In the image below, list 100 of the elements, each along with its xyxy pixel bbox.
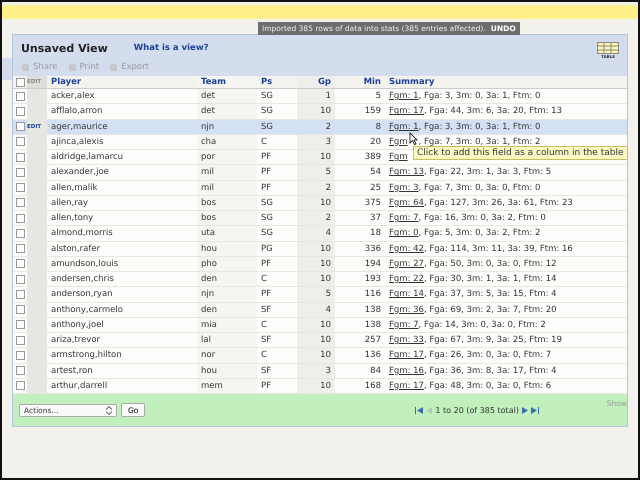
table-cell-text: 257 — [364, 334, 382, 348]
field-link[interactable]: Fgm: 7 — [389, 320, 419, 330]
row-checkbox[interactable] — [16, 350, 24, 360]
table-cell-text: PF — [260, 288, 272, 302]
table-row[interactable]: anthony,joel mia C 10 138 Fgm: 7, Fga: 14, 3m: 0, 3a: 0, Ftm: 2 — [13, 318, 627, 333]
table-cell-text: afflalo,arron — [50, 105, 104, 118]
table-row[interactable]: armstrong,hilton nor C 10 136 Fgm: 17, Fga: 26, 3m: 0, 3a: 0, Ftm: 7 — [13, 348, 627, 364]
table-icon — [597, 42, 619, 54]
table-row[interactable]: allen,ray bos SG 10 375 Fgm: 64, Fga: 127, 3m: 26, 3a: 61, Ftm: 23 — [13, 196, 627, 211]
row-checkbox[interactable] — [16, 168, 24, 177]
table-cell: 10 — [297, 348, 335, 362]
column-header[interactable]: Ps — [257, 76, 297, 88]
row-checkbox[interactable] — [16, 259, 24, 268]
table-cell: 10 — [297, 333, 335, 348]
table-cell: 10 — [297, 272, 335, 286]
table-cell-text: SG — [260, 227, 274, 240]
field-link[interactable]: Fgm: 14 — [389, 289, 424, 300]
column-header[interactable]: Player — [47, 76, 197, 88]
field-link[interactable]: Fgm: 42 — [389, 244, 424, 254]
table-row[interactable]: andersen,chris den C 10 193 Fgm: 22, Fga: 30, 3m: 1, 3a: 1, Ftm: 14 — [13, 272, 627, 288]
table-cell: mil — [197, 180, 257, 195]
help-link[interactable]: What is a view? — [134, 43, 209, 53]
field-link[interactable]: Fgm: 17 — [389, 350, 424, 360]
field-link[interactable]: Fgm: 22 — [389, 274, 424, 284]
row-checkbox[interactable] — [16, 305, 24, 314]
pagination-text: 1 to 20 (of 385 total) — [435, 406, 519, 414]
table-cell-text: PF — [260, 258, 272, 271]
first-page-icon[interactable] — [415, 406, 424, 414]
row-checkbox[interactable] — [16, 320, 24, 330]
table-row[interactable]: anthony,carmelo den SF 4 138 Fgm: 36, Fga: 69, 3m: 2, 3a: 7, Ftm: 20 — [13, 302, 627, 318]
summary-text: , Fga: 30, 3m: 1, 3a: 1, Ftm: 14 — [424, 274, 557, 284]
table-row[interactable]: alston,rafer hou PG 10 336 Fgm: 42, Fga: 114, 3m: 11, 3a: 39, Ftm: 16 — [13, 242, 627, 257]
table-row[interactable]: amundson,louis pho PF 10 194 Fgm: 27, Fga: 50, 3m: 0, 3a: 0, Ftm: 12 — [13, 256, 627, 272]
row-checkbox[interactable] — [16, 366, 24, 376]
table-row[interactable]: almond,morris uta SG 4 18 Fgm: 0, Fga: 5, 3m: 0, 3a: 2, Ftm: 2 — [13, 226, 627, 242]
table-cell-text: 168 — [364, 380, 382, 393]
row-checkbox[interactable] — [16, 381, 24, 390]
table-cell: mia — [197, 318, 257, 332]
table-cell-text: allen,malik — [50, 182, 98, 195]
table-cell-text: 375 — [364, 196, 382, 210]
table-cell-text: SF — [260, 304, 272, 317]
field-link[interactable]: Fgm: 33 — [389, 335, 424, 346]
next-page-icon[interactable] — [522, 406, 528, 414]
table-cell-text: C — [260, 318, 268, 332]
summary-text: , Fga: 44, 3m: 6, 3a: 20, Ftm: 13 — [424, 106, 562, 116]
select-all-checkbox[interactable] — [16, 78, 24, 86]
field-link[interactable]: Fgm: 1 — [389, 91, 419, 102]
table-cell: njn — [197, 287, 257, 302]
field-link[interactable]: Fgm: 0 — [389, 228, 419, 238]
row-checkbox[interactable] — [16, 198, 24, 208]
field-link[interactable]: Fgm — [389, 152, 408, 162]
table-cell-text: 116 — [364, 288, 382, 302]
table-cell: 10 — [297, 150, 335, 164]
table-row[interactable]: allen,tony bos SG 2 37 Fgm: 7, Fga: 16, 3m: 0, 3a: 2, Ftm: 0 — [13, 211, 627, 226]
toolbar-icon — [21, 62, 30, 72]
row-checkbox[interactable] — [16, 183, 24, 192]
row-checkbox[interactable] — [16, 336, 24, 345]
table-row[interactable]: allen,malik mil PF 2 25 Fgm: 3, Fga: 7, 3m: 0, 3a: 0, Ftm: 0 — [13, 180, 627, 196]
table-row[interactable]: ariza,trevor lal SF 10 257 Fgm: 33, Fga: 67, 3m: 9, 3a: 25, Ftm: 19 — [13, 333, 627, 348]
table-cell: hou — [197, 364, 257, 378]
row-checkbox[interactable] — [16, 137, 24, 146]
summary-text: , Fga: 7, 3m: 0, 3a: 0, Ftm: 0 — [418, 182, 540, 193]
row-checkbox[interactable] — [16, 244, 24, 254]
table-cell: bos — [197, 211, 257, 226]
field-link[interactable]: Fgm: 13 — [389, 167, 424, 178]
table-row[interactable]: artest,ron hou SF 3 84 Fgm: 16, Fga: 36, 3m: 8, 3a: 17, Ftm: 4 — [13, 364, 627, 379]
field-link[interactable]: Fgm — [389, 136, 408, 147]
field-link[interactable]: Fgm: 64 — [389, 198, 424, 208]
row-checkbox[interactable] — [16, 106, 24, 116]
summary-text: , Fga: 16, 3m: 0, 3a: 2, Ftm: 0 — [418, 213, 546, 224]
table-row[interactable]: acker,alex det SG 1 5 Fgm: 1, Fga: 3, 3m: 0, 3a: 1, Ftm: 0 — [13, 89, 627, 104]
summary-text: , Fga: 5, 3m: 0, 3a: 2, Ftm: 2 — [418, 228, 540, 238]
row-checkbox[interactable] — [16, 274, 24, 284]
row-checkbox[interactable] — [16, 228, 24, 238]
table-cell: 10 — [297, 104, 335, 118]
field-link[interactable]: Fgm: 7 — [389, 213, 419, 224]
field-link[interactable]: Fgm: 17 — [389, 380, 424, 391]
table-cell-text: SF — [260, 334, 272, 348]
table-row[interactable]: anderson,ryan njn PF 5 116 Fgm: 14, Fga: 37, 3m: 5, 3a: 15, Ftm: 4 — [13, 287, 627, 302]
field-link[interactable]: Fgm: 3 — [389, 182, 419, 193]
column-header[interactable]: Team — [197, 76, 257, 88]
toolbar-icon — [109, 62, 118, 72]
field-link[interactable]: Fgm: 16 — [389, 366, 424, 376]
field-link[interactable]: Fgm: 27 — [389, 258, 424, 269]
table-cell-text: SG — [260, 212, 274, 226]
row-checkbox[interactable] — [16, 122, 24, 132]
row-checkbox[interactable] — [16, 214, 24, 223]
row-checkbox[interactable] — [16, 290, 24, 299]
row-checkbox[interactable] — [16, 92, 24, 101]
field-link[interactable]: Fgm: 1 — [389, 122, 419, 132]
table-cell-text: armstrong,hilton — [50, 349, 123, 362]
column-header[interactable]: Summary — [385, 76, 629, 88]
table-cell: hou — [197, 242, 257, 256]
field-link[interactable]: Fgm: 17 — [389, 106, 424, 116]
column-header[interactable]: Min — [335, 76, 385, 88]
field-link[interactable]: Fgm: 36 — [389, 304, 424, 315]
row-checkbox[interactable] — [16, 152, 24, 162]
table-row[interactable]: alexander,joe mil PF 5 54 Fgm: 13, Fga: 22, 3m: 1, 3a: 3, Ftm: 5 — [13, 165, 627, 180]
last-page-icon[interactable] — [530, 406, 539, 414]
column-header[interactable]: Gp — [297, 76, 335, 88]
